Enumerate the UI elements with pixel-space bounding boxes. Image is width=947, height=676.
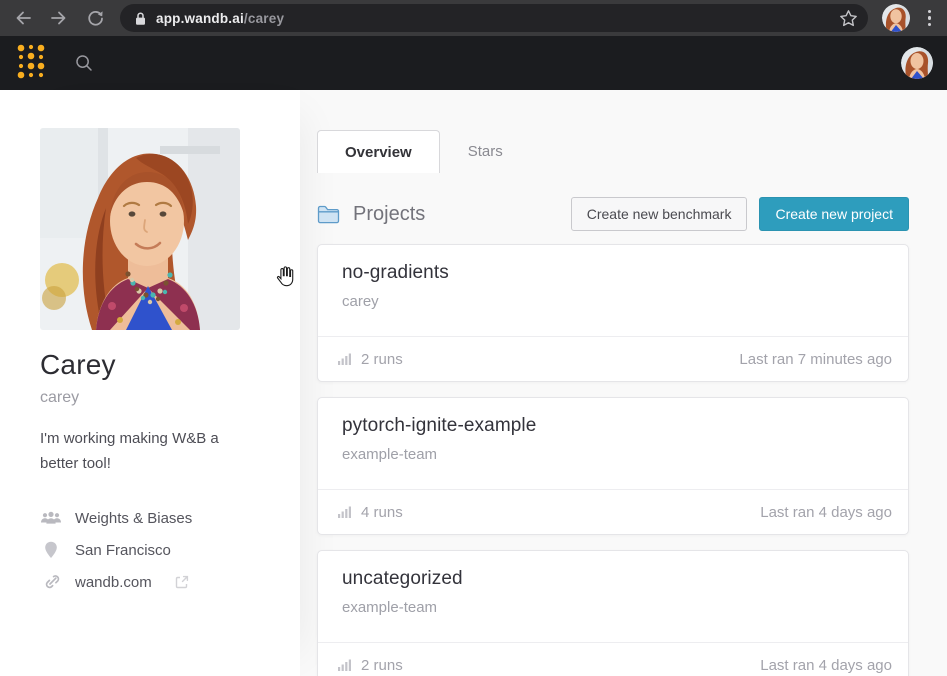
create-benchmark-button[interactable]: Create new benchmark xyxy=(571,197,748,231)
project-name[interactable]: no-gradients xyxy=(342,262,884,284)
project-name[interactable]: pytorch-ignite-example xyxy=(342,415,884,437)
runs-chart-icon xyxy=(338,506,353,518)
projects-header: Projects Create new benchmark Create new… xyxy=(317,197,909,231)
card-footer: 4 runs Last ran 4 days ago xyxy=(318,489,908,534)
tab-bar: Overview Stars xyxy=(317,130,909,173)
profile-sidebar: Carey carey I'm working making W&B a bet… xyxy=(0,90,300,676)
user-avatar[interactable] xyxy=(901,47,933,79)
runs-count: 2 runs xyxy=(361,351,403,368)
project-card-pytorch-ignite-example[interactable]: pytorch-ignite-example example-team 4 ru… xyxy=(317,397,909,535)
card-body: no-gradients carey xyxy=(318,245,908,336)
runs-count: 4 runs xyxy=(361,504,403,521)
profile-name: Carey xyxy=(40,349,300,381)
last-ran-label: Last ran 4 days ago xyxy=(760,504,892,521)
last-ran-label: Last ran 7 minutes ago xyxy=(739,351,892,368)
project-card-uncategorized[interactable]: uncategorized example-team 2 runs Last r… xyxy=(317,550,909,676)
tab-overview[interactable]: Overview xyxy=(317,130,440,173)
last-ran-label: Last ran 4 days ago xyxy=(760,657,892,674)
profile-photo xyxy=(40,128,240,330)
create-project-button[interactable]: Create new project xyxy=(759,197,909,231)
project-owner: example-team xyxy=(342,599,884,616)
meta-row-location: San Francisco xyxy=(40,534,300,566)
url-text: app.wandb.ai/carey xyxy=(156,11,284,26)
url-host: app.wandb.ai xyxy=(156,11,244,26)
main-panel: Overview Stars Projects Create new bench… xyxy=(317,90,909,676)
meta-row-company: Weights & Biases xyxy=(40,502,300,534)
page-content: Carey carey I'm working making W&B a bet… xyxy=(0,90,947,676)
project-owner: carey xyxy=(342,293,884,310)
card-footer: 2 runs Last ran 4 days ago xyxy=(318,642,908,676)
browser-menu-icon[interactable] xyxy=(924,6,936,31)
address-bar[interactable]: app.wandb.ai/carey xyxy=(120,4,868,32)
wandb-logo[interactable] xyxy=(14,42,48,85)
runs-count: 2 runs xyxy=(361,657,403,674)
people-icon xyxy=(40,511,62,525)
search-icon[interactable] xyxy=(74,53,94,73)
lock-icon xyxy=(134,11,147,26)
profile-username: carey xyxy=(40,389,300,407)
tab-stars[interactable]: Stars xyxy=(440,130,531,173)
external-link-icon[interactable] xyxy=(174,574,190,590)
folder-icon xyxy=(317,205,340,224)
browser-profile-avatar[interactable] xyxy=(882,4,910,32)
star-icon[interactable] xyxy=(839,9,858,28)
projects-title: Projects xyxy=(353,203,425,226)
card-body: uncategorized example-team xyxy=(318,551,908,642)
card-body: pytorch-ignite-example example-team xyxy=(318,398,908,489)
forward-icon[interactable] xyxy=(48,7,70,29)
refresh-icon[interactable] xyxy=(84,7,106,29)
profile-bio: I'm working making W&B a better tool! xyxy=(40,426,236,476)
card-footer: 2 runs Last ran 7 minutes ago xyxy=(318,336,908,381)
url-path: /carey xyxy=(244,11,284,26)
link-icon xyxy=(40,574,62,591)
app-header xyxy=(0,36,947,90)
browser-toolbar: app.wandb.ai/carey xyxy=(0,0,947,36)
project-card-no-gradients[interactable]: no-gradients carey 2 runs Last ran 7 min… xyxy=(317,244,909,382)
runs-chart-icon xyxy=(338,659,353,671)
location-label: San Francisco xyxy=(75,542,171,559)
back-icon[interactable] xyxy=(12,7,34,29)
profile-meta-list: Weights & Biases San Francisco xyxy=(40,502,300,598)
runs-chart-icon xyxy=(338,353,353,365)
project-name[interactable]: uncategorized xyxy=(342,568,884,590)
meta-row-website: wandb.com xyxy=(40,566,300,598)
location-icon xyxy=(40,541,62,559)
company-label: Weights & Biases xyxy=(75,510,192,527)
project-owner: example-team xyxy=(342,446,884,463)
website-link[interactable]: wandb.com xyxy=(75,574,152,591)
